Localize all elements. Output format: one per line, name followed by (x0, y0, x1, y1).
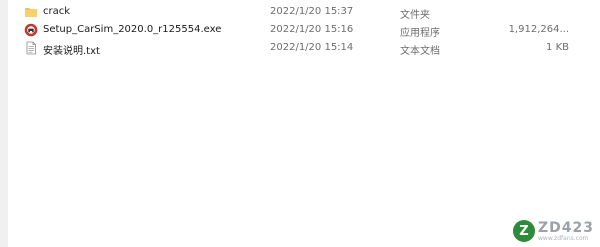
file-row-readme-txt[interactable]: 安装说明.txt 2022/1/20 15:14 文本文档 1 KB (24, 39, 584, 57)
file-type: 文本文档 (400, 46, 440, 57)
watermark-main: ZD423 (538, 219, 594, 236)
file-name: crack (43, 6, 71, 17)
watermark-text: ZD423 www.zdfans.com (538, 221, 594, 242)
watermark-sub: www.zdfans.com (538, 234, 589, 242)
watermark-badge: Z (513, 220, 535, 242)
file-date: 2022/1/20 15:14 (270, 42, 354, 53)
file-type: 应用程序 (400, 28, 440, 39)
folder-icon (24, 5, 38, 19)
file-row-crack[interactable]: crack 2022/1/20 15:37 文件夹 (24, 3, 584, 21)
file-row-setup-exe[interactable]: Setup_CarSim_2020.0_r125554.exe 2022/1/2… (24, 21, 584, 39)
file-name: Setup_CarSim_2020.0_r125554.exe (43, 24, 222, 35)
file-size: 1,912,264... (508, 24, 569, 35)
navigation-pane-edge (0, 0, 8, 247)
file-name: 安装说明.txt (43, 46, 100, 57)
site-watermark: Z ZD423 www.zdfans.com (513, 219, 594, 243)
carsim-app-icon (24, 23, 38, 37)
text-file-icon (24, 41, 38, 55)
file-date: 2022/1/20 15:37 (270, 6, 354, 17)
file-date: 2022/1/20 15:16 (270, 24, 354, 35)
file-size: 1 KB (546, 42, 569, 53)
file-type: 文件夹 (400, 10, 430, 21)
